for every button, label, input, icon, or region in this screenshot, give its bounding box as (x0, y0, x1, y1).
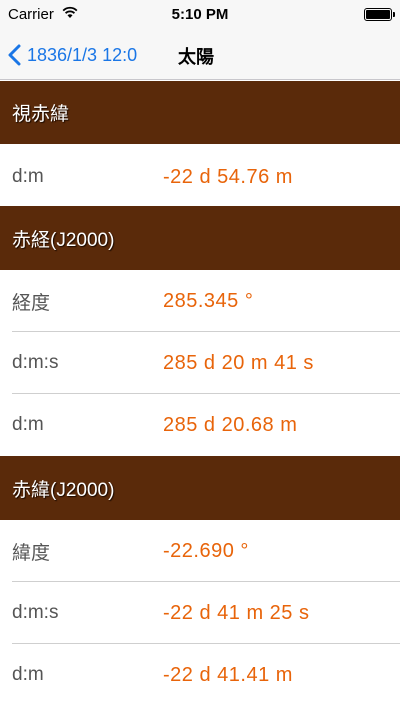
row-value: -22.690 ° (163, 539, 249, 562)
row-label: 経度 (12, 292, 51, 314)
row-label: d:m (12, 166, 44, 187)
status-time: 5:10 PM (171, 6, 229, 23)
back-button[interactable]: 1836/1/3 12:0 (8, 40, 137, 70)
row-label: d:m (12, 414, 44, 435)
page-title: 太陽 (178, 47, 214, 67)
list-item[interactable]: d:m -22 d 54.76 m (0, 144, 400, 206)
row-label: d:m (12, 664, 44, 685)
section-header-apparent-declination: 視赤緯 (0, 81, 400, 144)
battery-icon (364, 8, 395, 21)
section-header-right-ascension: 赤経(J2000) (0, 206, 400, 270)
status-bar: Carrier 5:10 PM (0, 0, 400, 30)
row-value: 285 d 20 m 41 s (163, 351, 314, 374)
chevron-left-icon (8, 44, 21, 66)
row-value: -22 d 54.76 m (163, 165, 293, 188)
detail-list: 視赤緯 d:m -22 d 54.76 m 赤経(J2000) 経度 285.3… (0, 81, 400, 706)
list-item[interactable]: d:m:s 285 d 20 m 41 s (0, 332, 400, 394)
row-value: 285 d 20.68 m (163, 413, 298, 436)
list-item[interactable]: d:m 285 d 20.68 m (0, 394, 400, 456)
row-value: -22 d 41.41 m (163, 663, 293, 686)
list-item[interactable]: d:m:s -22 d 41 m 25 s (0, 582, 400, 644)
row-value: 285.345 ° (163, 289, 254, 312)
navigation-bar: 1836/1/3 12:0 太陽 (0, 30, 400, 80)
list-item[interactable]: 緯度 -22.690 ° (0, 520, 400, 582)
section-header-declination: 赤緯(J2000) (0, 456, 400, 520)
row-label: d:m:s (12, 352, 59, 373)
list-item[interactable]: d:m -22 d 41.41 m (0, 644, 400, 706)
row-label: d:m:s (12, 602, 59, 623)
back-button-label: 1836/1/3 12:0 (27, 44, 138, 65)
row-label: 緯度 (12, 542, 51, 564)
row-value: -22 d 41 m 25 s (163, 601, 310, 624)
list-item[interactable]: 経度 285.345 ° (0, 270, 400, 332)
